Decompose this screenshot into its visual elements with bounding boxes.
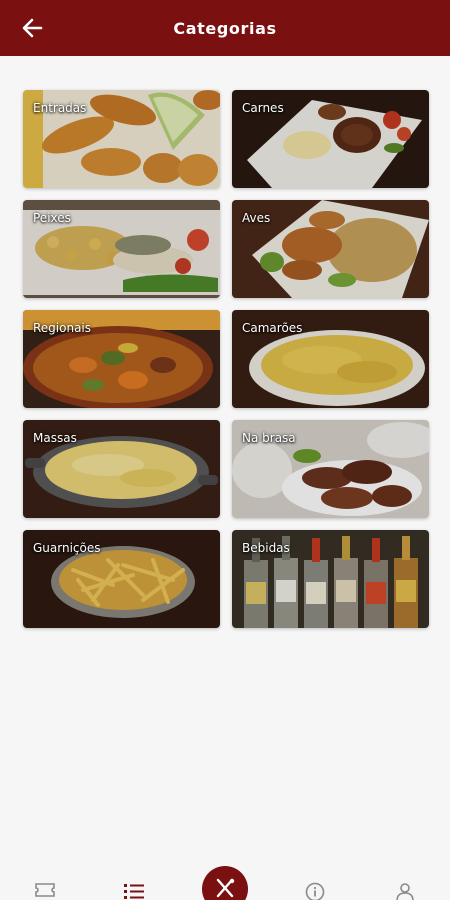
nav-item-categories[interactable] bbox=[121, 882, 147, 900]
category-card-camaroes[interactable]: Camarões bbox=[232, 310, 429, 408]
category-card-na-brasa[interactable]: Na brasa bbox=[232, 420, 429, 518]
category-grid: Entradas Carnes Peixes Aves Regionais Ca… bbox=[23, 90, 429, 628]
category-label: Regionais bbox=[33, 321, 92, 335]
top-app-bar: Categorias bbox=[0, 0, 450, 56]
user-icon bbox=[396, 883, 414, 900]
info-icon bbox=[305, 882, 325, 900]
nav-item-info[interactable] bbox=[302, 882, 328, 900]
menu-list-icon bbox=[124, 884, 144, 899]
nav-item-profile[interactable] bbox=[392, 882, 418, 900]
category-label: Carnes bbox=[242, 101, 284, 115]
category-card-bebidas[interactable]: Bebidas bbox=[232, 530, 429, 628]
category-label: Bebidas bbox=[242, 541, 290, 555]
arrow-left-icon bbox=[22, 18, 43, 38]
category-card-guarnicoes[interactable]: Guarnições bbox=[23, 530, 220, 628]
category-card-massas[interactable]: Massas bbox=[23, 420, 220, 518]
category-label: Peixes bbox=[33, 211, 71, 225]
category-card-regionais[interactable]: Regionais bbox=[23, 310, 220, 408]
category-label: Massas bbox=[33, 431, 77, 445]
category-label: Aves bbox=[242, 211, 271, 225]
category-label: Na brasa bbox=[242, 431, 296, 445]
category-label: Guarnições bbox=[33, 541, 101, 555]
category-label: Camarões bbox=[242, 321, 303, 335]
page-title: Categorias bbox=[173, 18, 277, 38]
cutlery-icon bbox=[216, 878, 235, 898]
category-card-peixes[interactable]: Peixes bbox=[23, 200, 220, 298]
app-screen: Categorias Entradas Carnes Peixes Aves R… bbox=[0, 0, 450, 900]
nav-item-tickets[interactable] bbox=[32, 882, 58, 900]
category-card-entradas[interactable]: Entradas bbox=[23, 90, 220, 188]
back-button[interactable] bbox=[16, 12, 48, 44]
category-card-aves[interactable]: Aves bbox=[232, 200, 429, 298]
category-card-carnes[interactable]: Carnes bbox=[232, 90, 429, 188]
ticket-icon bbox=[35, 883, 55, 897]
category-label: Entradas bbox=[33, 101, 87, 115]
